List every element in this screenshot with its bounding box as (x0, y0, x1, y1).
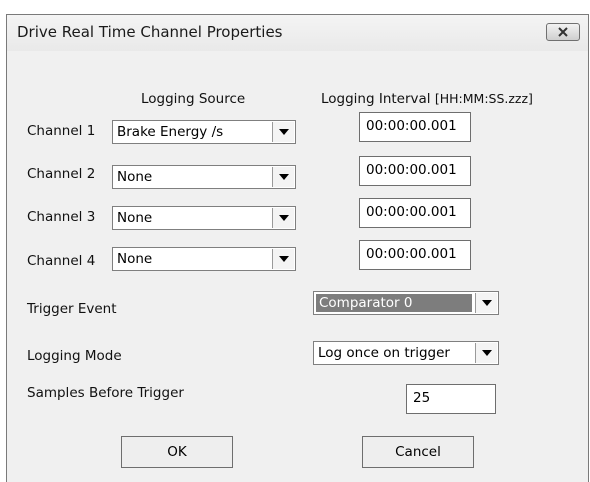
dialog-window: Drive Real Time Channel Properties Loggi… (6, 14, 589, 482)
logging-mode-label: Logging Mode (27, 348, 122, 364)
title-bar: Drive Real Time Channel Properties (7, 15, 588, 51)
channel-4-source-value: None (117, 251, 153, 267)
ok-button[interactable]: OK (121, 436, 233, 468)
channel-1-interval-input[interactable]: 00:00:00.001 (359, 112, 471, 142)
chevron-down-icon[interactable] (475, 343, 497, 363)
logging-source-header: Logging Source (141, 91, 246, 107)
channel-3-source-select[interactable]: None (112, 206, 296, 230)
logging-mode-select[interactable]: Log once on trigger (313, 341, 499, 365)
channel-3-interval-input[interactable]: 00:00:00.001 (359, 198, 471, 228)
channel-2-label: Channel 2 (27, 166, 96, 182)
logging-interval-format: [HH:MM:SS.zzz] (434, 91, 533, 106)
close-button[interactable] (546, 23, 580, 41)
samples-before-trigger-input[interactable]: 25 (406, 384, 496, 414)
cancel-button[interactable]: Cancel (362, 436, 474, 468)
channel-1-source-value: Brake Energy /s (117, 124, 224, 140)
chevron-down-icon[interactable] (272, 167, 294, 187)
channel-3-label: Channel 3 (27, 209, 96, 225)
channel-1-label: Channel 1 (27, 123, 96, 139)
channel-4-label: Channel 4 (27, 253, 96, 269)
channel-4-interval-input[interactable]: 00:00:00.001 (359, 240, 471, 270)
channel-2-source-value: None (117, 169, 153, 185)
chevron-down-icon[interactable] (475, 293, 497, 313)
close-icon (558, 27, 568, 37)
channel-2-source-select[interactable]: None (112, 165, 296, 189)
channel-2-interval-input[interactable]: 00:00:00.001 (359, 156, 471, 186)
logging-interval-title: Logging Interval (321, 91, 431, 107)
logging-mode-value: Log once on trigger (318, 345, 450, 361)
trigger-event-select[interactable]: Comparator 0 (313, 291, 499, 315)
chevron-down-icon[interactable] (272, 122, 294, 142)
channel-3-source-value: None (117, 210, 153, 226)
trigger-event-value: Comparator 0 (316, 294, 472, 312)
samples-before-trigger-label: Samples Before Trigger (27, 385, 184, 401)
chevron-down-icon[interactable] (272, 249, 294, 269)
trigger-event-label: Trigger Event (27, 301, 117, 317)
channel-4-source-select[interactable]: None (112, 247, 296, 271)
channel-1-source-select[interactable]: Brake Energy /s (112, 120, 296, 144)
dialog-title: Drive Real Time Channel Properties (17, 23, 283, 41)
logging-interval-header: Logging Interval [HH:MM:SS.zzz] (321, 91, 533, 107)
chevron-down-icon[interactable] (272, 208, 294, 228)
